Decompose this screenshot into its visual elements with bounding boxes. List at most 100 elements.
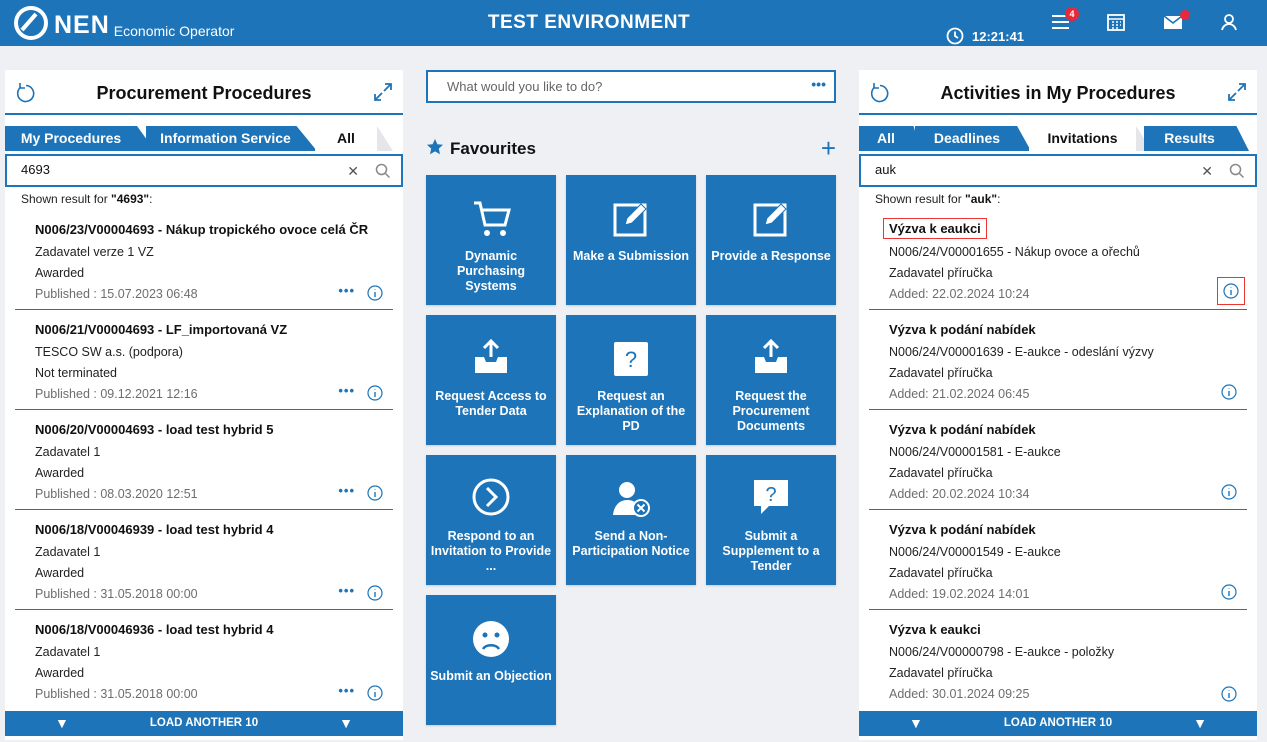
tile-respond-to-invitation[interactable]: Respond to an Invitation to Provide ... [426,455,556,585]
user-button[interactable] [1220,13,1238,34]
procedure-title[interactable]: N006/18/V00046936 - load test hybrid 4 [35,622,273,637]
cart-icon [474,201,511,236]
info-icon[interactable] [367,685,383,701]
clock-time: 12:21:41 [972,28,1025,44]
procedure-title[interactable]: N006/18/V00046939 - load test hybrid 4 [35,522,273,537]
tab-information-service[interactable]: Information Service [146,126,317,151]
tile-request-explanation-pd[interactable]: ? Request an Explanation of the PD [566,315,696,445]
info-icon[interactable] [367,585,383,601]
procedure-status: Awarded [35,666,85,680]
activity-row[interactable]: Výzva k podání nabídek N006/24/V00001581… [869,410,1247,510]
activity-title[interactable]: Výzva k podání nabídek [889,522,1036,537]
tab-my-procedures[interactable]: My Procedures [5,126,155,151]
expand-icon[interactable] [1227,82,1247,102]
procedure-authority: Zadavatel verze 1 VZ [35,245,154,259]
procedure-row[interactable]: N006/20/V00004693 - load test hybrid 5 Z… [15,410,393,510]
activity-row[interactable]: Výzva k eaukci N006/24/V00001655 - Nákup… [869,210,1247,310]
tile-make-a-submission[interactable]: Make a Submission [566,175,696,305]
expand-icon[interactable] [373,82,393,102]
activity-procedure: N006/24/V00001655 - Nákup ovoce a ořechů [889,245,1140,259]
calendar-icon [1107,14,1125,31]
tile-request-access-to-tender-data[interactable]: Request Access to Tender Data [426,315,556,445]
more-actions-button[interactable]: ••• [338,483,355,498]
activity-title[interactable]: Výzva k podání nabídek [889,322,1036,337]
more-actions-button[interactable]: ••• [338,283,355,298]
info-icon[interactable] [367,285,383,301]
arrow-down-icon: ▼ [55,715,69,731]
activities-tabs: All Deadlines Invitations Results [859,126,1257,151]
activity-authority: Zadavatel příručka [889,366,993,380]
info-icon[interactable] [1221,484,1237,500]
tab-deadlines[interactable]: Deadlines [915,126,1031,151]
more-actions-button[interactable]: ••• [338,583,355,598]
activity-authority: Zadavatel příručka [889,666,993,680]
search-icon[interactable] [1229,163,1245,179]
load-more-activities-button[interactable]: ▼ LOAD ANOTHER 10 ▼ [859,711,1257,736]
activity-authority: Zadavatel příručka [889,466,993,480]
info-icon[interactable] [1221,584,1237,600]
info-icon[interactable] [367,385,383,401]
procedure-row[interactable]: N006/23/V00004693 - Nákup tropického ovo… [15,210,393,310]
activity-procedure: N006/24/V00001549 - E-aukce [889,545,1061,559]
tile-provide-a-response[interactable]: Provide a Response [706,175,836,305]
more-actions-button[interactable]: ••• [338,383,355,398]
tile-send-non-participation-notice[interactable]: Send a Non-Participation Notice [566,455,696,585]
activity-row[interactable]: Výzva k eaukci N006/24/V00000798 - E-auk… [869,610,1247,710]
info-icon[interactable] [1221,384,1237,400]
activity-title[interactable]: Výzva k podání nabídek [889,422,1036,437]
sad-face-icon [473,621,509,657]
activity-title[interactable]: Výzva k eaukci [889,622,981,637]
activity-added: Added: 19.02.2024 14:01 [889,587,1030,601]
procedure-title[interactable]: N006/20/V00004693 - load test hybrid 5 [35,422,273,437]
tile-request-procurement-documents[interactable]: Request the Procurement Documents [706,315,836,445]
tab-invitations[interactable]: Invitations [1029,126,1136,151]
info-icon[interactable] [1223,283,1239,299]
procedure-row[interactable]: N006/21/V00004693 - LF_importovaná VZ TE… [15,310,393,410]
clear-icon[interactable]: ✕ [1201,163,1213,180]
info-icon[interactable] [1221,686,1237,702]
favourites-title: Favourites [450,139,536,158]
menu-button[interactable]: 4 [1051,7,1079,34]
action-search-input[interactable] [447,79,787,94]
procedure-row[interactable]: N006/18/V00046936 - load test hybrid 4 Z… [15,610,393,710]
procedure-title[interactable]: N006/21/V00004693 - LF_importovaná VZ [35,322,287,337]
search-result-note: Shown result for "4693": [21,192,153,206]
tab-all[interactable]: All [315,126,377,151]
tab-results[interactable]: Results [1144,126,1249,151]
search-icon[interactable] [375,163,391,179]
edit-icon [613,203,647,237]
procedure-title[interactable]: N006/23/V00004693 - Nákup tropického ovo… [35,222,368,237]
messages-dot [1180,10,1190,20]
load-more-procedures-button[interactable]: ▼ LOAD ANOTHER 10 ▼ [5,711,403,736]
activity-added: Added: 20.02.2024 10:34 [889,487,1030,501]
tile-dynamic-purchasing-systems[interactable]: Dynamic Purchasing Systems [426,175,556,305]
activity-authority: Zadavatel příručka [889,266,993,280]
more-actions-button[interactable]: ••• [338,683,355,698]
calendar-button[interactable] [1107,13,1125,34]
star-icon [427,139,443,155]
activity-procedure: N006/24/V00000798 - E-aukce - položky [889,645,1115,659]
activity-procedure: N006/24/V00001581 - E-aukce [889,445,1061,459]
messages-button[interactable] [1163,10,1190,34]
procedure-authority: Zadavatel 1 [35,645,101,659]
activity-row[interactable]: Výzva k podání nabídek N006/24/V00001549… [869,510,1247,610]
tile-submit-supplement[interactable]: ? Submit a Supplement to a Tender [706,455,836,585]
svg-text:?: ? [625,347,637,372]
procedure-row[interactable]: N006/18/V00046939 - load test hybrid 4 Z… [15,510,393,610]
tile-submit-objection[interactable]: Submit an Objection [426,595,556,725]
procedure-authority: Zadavatel 1 [35,445,101,459]
tab-all[interactable]: All [859,126,921,151]
info-icon[interactable] [367,485,383,501]
panel-header: Procurement Procedures [5,70,403,115]
add-favourite-button[interactable]: + [821,133,836,164]
activity-title[interactable]: Výzva k eaukci [883,218,987,239]
activities-search-input[interactable] [875,162,1175,177]
more-options-button[interactable]: ••• [811,76,826,92]
activity-added: Added: 21.02.2024 06:45 [889,387,1030,401]
procedures-tabs: My Procedures Information Service All [5,126,403,151]
clear-icon[interactable]: ✕ [347,163,359,180]
procedures-search-input[interactable] [21,162,321,177]
edit-icon [753,203,787,237]
arrow-down-icon: ▼ [1193,715,1207,731]
activity-row[interactable]: Výzva k podání nabídek N006/24/V00001639… [869,310,1247,410]
